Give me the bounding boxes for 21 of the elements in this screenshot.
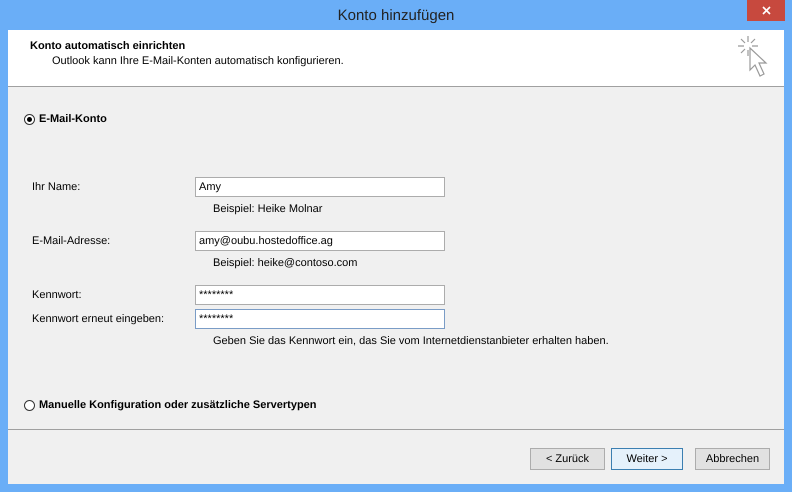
field-hint: Geben Sie das Kennwort ein, das Sie vom Internetdienstanbieter erhalten haben. <box>213 334 610 349</box>
dialog-button[interactable]: < Zurück <box>530 448 605 470</box>
field-label: Kennwort erneut eingeben: <box>32 313 166 325</box>
input-field[interactable]: amy@oubu.hostedoffice.ag <box>195 231 445 251</box>
window-title: Konto hinzufügen <box>338 6 454 24</box>
input-field[interactable]: ******** <box>195 309 445 329</box>
header-title: Konto automatisch einrichten <box>30 40 186 52</box>
dialog-button[interactable]: Weiter > <box>611 448 683 470</box>
radio-option[interactable]: E-Mail-Konto <box>24 113 107 125</box>
field-hint: Beispiel: Heike Molnar <box>213 202 324 217</box>
close-icon <box>762 6 770 15</box>
input-field[interactable]: ******** <box>195 285 445 305</box>
input-field[interactable]: Amy <box>195 177 445 197</box>
field-hint: Beispiel: heike@contoso.com <box>213 256 358 271</box>
field-label: Ihr Name: <box>32 181 82 193</box>
close-button[interactable] <box>747 0 785 21</box>
radio-option[interactable]: Manuelle Konfiguration oder zusätzliche Servertypen <box>24 399 316 411</box>
field-label: E-Mail-Adresse: <box>32 235 112 247</box>
field-label: Kennwort: <box>32 289 83 301</box>
header-subtitle: Outlook kann Ihre E-Mail-Konten automatisch konfigurieren. <box>51 55 344 67</box>
dialog-button[interactable]: Abbrechen <box>695 448 770 470</box>
